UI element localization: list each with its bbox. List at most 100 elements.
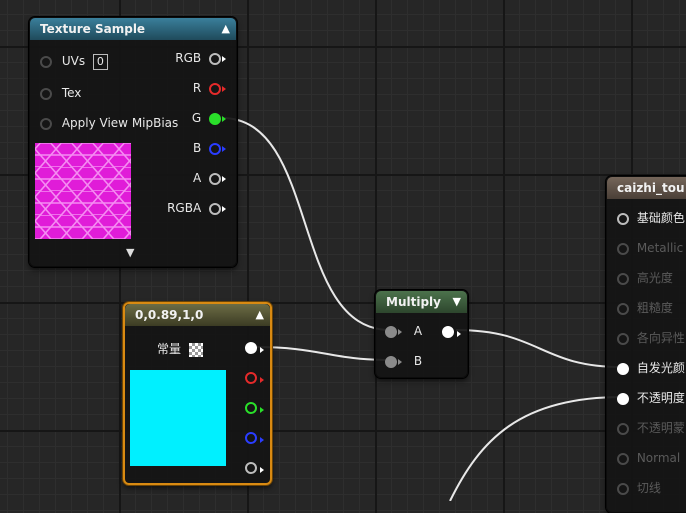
pin-label: B bbox=[192, 141, 202, 155]
material-pin-emissive[interactable]: 自发光颜 bbox=[617, 359, 685, 377]
output-b[interactable]: B bbox=[193, 139, 226, 157]
material-pin-normal[interactable]: Normal bbox=[617, 449, 680, 467]
material-pin-specular[interactable]: 高光度 bbox=[617, 269, 673, 287]
output-pin-icon[interactable] bbox=[209, 112, 221, 125]
arrow-icon bbox=[260, 407, 264, 413]
output-rgb[interactable]: RGB bbox=[175, 49, 226, 67]
material-pin-roughness[interactable]: 粗糙度 bbox=[617, 299, 673, 317]
constant-header[interactable]: 0,0.89,1,0 ▲ bbox=[125, 304, 270, 326]
output-pin-icon[interactable] bbox=[209, 82, 221, 95]
output-pin-b-icon[interactable] bbox=[245, 432, 257, 444]
input-pin-icon[interactable] bbox=[617, 212, 629, 225]
input-uvs[interactable]: UVs 0 bbox=[40, 52, 108, 70]
input-pin-icon[interactable] bbox=[385, 355, 397, 368]
output-pin-icon[interactable] bbox=[209, 142, 221, 155]
pin-label: 自发光颜 bbox=[636, 361, 685, 375]
input-pin-icon[interactable] bbox=[617, 362, 629, 375]
input-pin-icon[interactable] bbox=[617, 302, 629, 315]
pin-label: 切线 bbox=[636, 481, 661, 495]
pin-label: 基础颜色 bbox=[636, 211, 685, 225]
pin-label: 不透明度 bbox=[636, 391, 685, 405]
arrow-icon bbox=[222, 175, 226, 182]
arrow-icon bbox=[260, 347, 264, 353]
pin-label: A bbox=[413, 324, 423, 338]
node-title: 0,0.89,1,0 bbox=[135, 308, 204, 322]
arrow-icon bbox=[260, 437, 264, 443]
material-pin-metallic[interactable]: Metallic bbox=[617, 239, 683, 257]
wire-g-to-multiply-a bbox=[221, 117, 391, 331]
pin-label: R bbox=[192, 81, 202, 95]
input-pin-icon[interactable] bbox=[617, 392, 629, 405]
multiply-node[interactable]: Multiply ▼ A B bbox=[375, 290, 468, 378]
pin-label: 不透明蒙 bbox=[636, 421, 685, 435]
constant-label-row: 常量 bbox=[157, 340, 203, 358]
output-pin-a-icon[interactable] bbox=[245, 462, 257, 474]
output-pin-icon[interactable] bbox=[442, 326, 454, 338]
arrow-icon bbox=[222, 205, 226, 212]
arrow-icon bbox=[260, 467, 264, 473]
texture-preview bbox=[35, 143, 131, 239]
checkerboard-icon bbox=[188, 342, 203, 357]
input-pin-icon[interactable] bbox=[617, 332, 629, 345]
input-b[interactable]: B bbox=[385, 352, 422, 370]
material-header[interactable]: caizhi_tou bbox=[607, 177, 686, 199]
pin-label: Normal bbox=[636, 451, 681, 465]
pin-label: 粗糙度 bbox=[636, 301, 673, 315]
expand-down-icon[interactable]: ▼ bbox=[126, 246, 134, 259]
collapse-up-icon[interactable]: ▲ bbox=[222, 18, 230, 40]
output-pin-icon[interactable] bbox=[209, 172, 221, 185]
input-a[interactable]: A bbox=[385, 322, 422, 340]
input-pin-icon[interactable] bbox=[40, 55, 52, 68]
input-pin-icon[interactable] bbox=[40, 117, 52, 130]
texture-sample-header[interactable]: Texture Sample ▲ bbox=[30, 18, 236, 40]
texture-sample-node[interactable]: Texture Sample ▲ UVs 0 Tex Apply View Mi… bbox=[29, 17, 237, 267]
output-pin-g-icon[interactable] bbox=[245, 402, 257, 414]
multiply-header[interactable]: Multiply ▼ bbox=[376, 291, 467, 313]
pin-label: Tex bbox=[61, 86, 82, 100]
material-pin-base-color[interactable]: 基础颜色 bbox=[617, 209, 685, 227]
arrow-icon bbox=[222, 85, 226, 92]
input-apply-view-mipbias[interactable]: Apply View MipBias bbox=[40, 114, 178, 132]
output-g[interactable]: G bbox=[192, 109, 226, 127]
input-pin-icon[interactable] bbox=[40, 87, 52, 100]
input-tex[interactable]: Tex bbox=[40, 84, 81, 102]
input-pin-icon[interactable] bbox=[385, 325, 397, 338]
color-preview bbox=[130, 370, 226, 466]
arrow-icon bbox=[222, 145, 226, 152]
input-pin-icon[interactable] bbox=[617, 242, 629, 255]
constant-node[interactable]: 0,0.89,1,0 ▲ 常量 bbox=[123, 302, 272, 485]
output-pin-rgb-icon[interactable] bbox=[245, 342, 257, 354]
wire-opacity-in bbox=[449, 396, 623, 501]
node-title: Texture Sample bbox=[40, 22, 146, 36]
input-pin-icon[interactable] bbox=[617, 272, 629, 285]
output-pin-icon[interactable] bbox=[209, 202, 221, 215]
input-pin-icon[interactable] bbox=[617, 422, 629, 435]
uvs-value-box[interactable]: 0 bbox=[92, 54, 108, 70]
pin-label: 各向异性 bbox=[636, 331, 685, 345]
wire-const-to-multiply-b bbox=[255, 346, 391, 361]
material-pin-opacity[interactable]: 不透明度 bbox=[617, 389, 685, 407]
arrow-icon bbox=[222, 55, 226, 62]
node-title: caizhi_tou bbox=[617, 181, 685, 195]
pin-label: B bbox=[413, 354, 423, 368]
output-pin-icon[interactable] bbox=[209, 52, 221, 65]
material-result-node[interactable]: caizhi_tou 基础颜色 Metallic 高光度 粗糙度 各向异性 自发… bbox=[606, 176, 686, 513]
pin-label: A bbox=[192, 171, 202, 185]
material-pin-opacity-mask[interactable]: 不透明蒙 bbox=[617, 419, 685, 437]
collapse-up-icon[interactable]: ▲ bbox=[256, 304, 264, 326]
arrow-icon bbox=[260, 377, 264, 383]
constant-label: 常量 bbox=[157, 342, 182, 356]
pin-label: UVs bbox=[61, 54, 86, 68]
input-pin-icon[interactable] bbox=[617, 482, 629, 495]
output-rgba[interactable]: RGBA bbox=[167, 199, 226, 217]
arrow-icon bbox=[398, 328, 402, 335]
output-r[interactable]: R bbox=[193, 79, 226, 97]
input-pin-icon[interactable] bbox=[617, 452, 629, 465]
output-pin-r-icon[interactable] bbox=[245, 372, 257, 384]
output-a[interactable]: A bbox=[193, 169, 226, 187]
material-pin-anisotropy[interactable]: 各向异性 bbox=[617, 329, 685, 347]
collapse-down-icon[interactable]: ▼ bbox=[453, 291, 461, 313]
pin-label: Apply View MipBias bbox=[61, 116, 179, 130]
material-pin-tangent[interactable]: 切线 bbox=[617, 479, 661, 497]
arrow-icon bbox=[398, 358, 402, 365]
